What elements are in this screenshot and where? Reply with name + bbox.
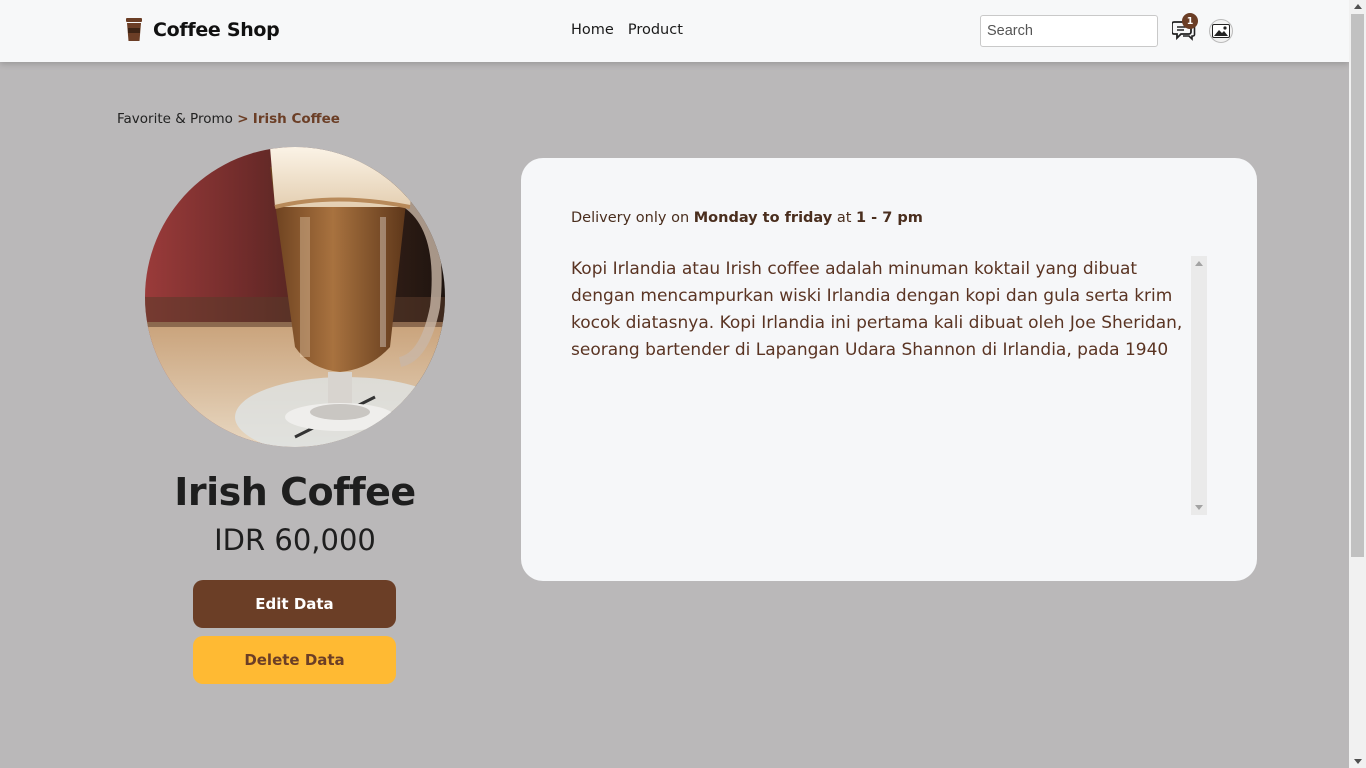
- description-scrollbar[interactable]: [1191, 256, 1207, 515]
- image-placeholder-icon: [1212, 24, 1230, 38]
- avatar[interactable]: [1209, 19, 1233, 43]
- breadcrumb-separator: >: [237, 111, 249, 127]
- delivery-days: Monday to friday: [693, 210, 833, 226]
- brand[interactable]: Coffee Shop: [124, 18, 280, 42]
- description-textarea[interactable]: Kopi Irlandia atau Irish coffee adalah m…: [571, 256, 1207, 515]
- main-nav: Home Product: [571, 22, 683, 38]
- breadcrumb-parent[interactable]: Favorite & Promo: [117, 111, 233, 127]
- delivery-prefix: Delivery only on: [571, 210, 690, 226]
- nav-product-link[interactable]: Product: [628, 22, 683, 38]
- page-scrollbar[interactable]: [1349, 0, 1366, 768]
- nav-home-link[interactable]: Home: [571, 22, 614, 38]
- notification-badge: 1: [1182, 13, 1198, 29]
- product-name: Irish Coffee: [174, 470, 416, 514]
- breadcrumb-current: Irish Coffee: [252, 111, 340, 127]
- navbar: Coffee Shop Home Product 1: [0, 0, 1349, 62]
- breadcrumb: Favorite & Promo > Irish Coffee: [117, 111, 340, 127]
- scroll-up-arrow[interactable]: [1354, 4, 1362, 9]
- delivery-time: 1 - 7 pm: [856, 210, 923, 226]
- product-price: IDR 60,000: [214, 523, 376, 557]
- description-scroll-up[interactable]: [1195, 261, 1203, 266]
- product-description: Kopi Irlandia atau Irish coffee adalah m…: [571, 259, 1183, 360]
- brand-name: Coffee Shop: [153, 19, 280, 41]
- product-image: [145, 147, 445, 447]
- scrollbar-thumb[interactable]: [1351, 14, 1364, 557]
- delivery-info: Delivery only on Monday to friday at 1 -…: [571, 210, 923, 226]
- scroll-down-arrow[interactable]: [1354, 759, 1362, 764]
- search-input[interactable]: [980, 15, 1158, 47]
- delete-data-button[interactable]: Delete Data: [193, 636, 396, 684]
- coffee-cup-icon: [126, 18, 142, 41]
- delivery-mid: at: [836, 210, 852, 226]
- irish-coffee-photo: [145, 147, 445, 447]
- description-scroll-down[interactable]: [1195, 505, 1203, 510]
- edit-data-button[interactable]: Edit Data: [193, 580, 396, 628]
- product-info-card: Delivery only on Monday to friday at 1 -…: [521, 158, 1257, 581]
